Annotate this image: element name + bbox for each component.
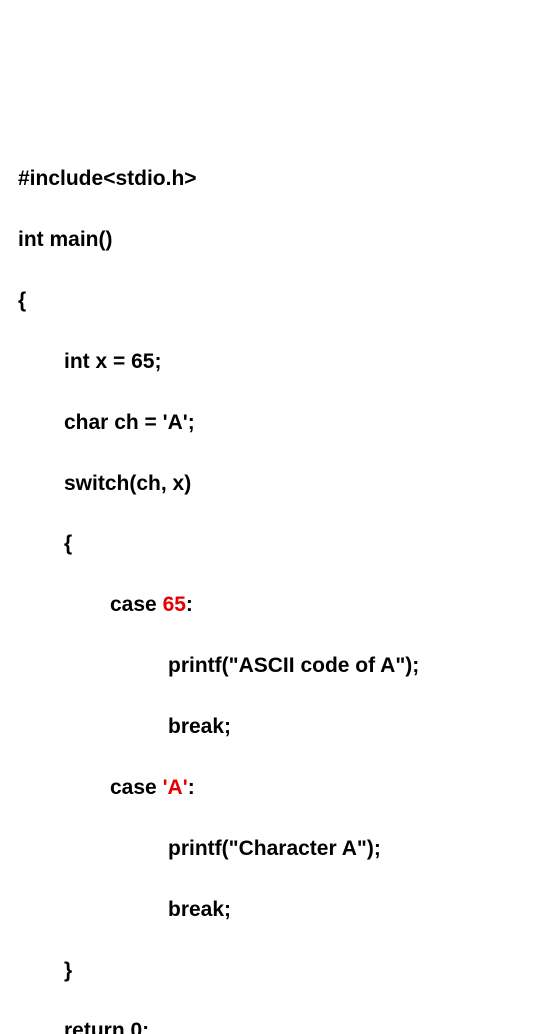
code-line: case 'A': — [18, 773, 538, 803]
case-keyword: case — [110, 593, 163, 616]
code-line: printf("Character A"); — [18, 834, 538, 864]
code-line: #include<stdio.h> — [18, 164, 538, 194]
code-line: printf("ASCII code of A"); — [18, 651, 538, 681]
code-line: { — [18, 286, 538, 316]
code-line: switch(ch, x) — [18, 469, 538, 499]
code-line: break; — [18, 895, 538, 925]
code-line: case 65: — [18, 590, 538, 620]
code-line: int main() — [18, 225, 538, 255]
case-colon: : — [186, 593, 193, 616]
case-colon: : — [188, 776, 195, 799]
code-line: } — [18, 956, 538, 986]
case-value: 'A' — [163, 776, 188, 799]
case-keyword: case — [110, 776, 163, 799]
code-line: return 0; — [18, 1016, 538, 1034]
case-value: 65 — [163, 593, 186, 616]
code-line: char ch = 'A'; — [18, 408, 538, 438]
code-line: { — [18, 529, 538, 559]
code-line: break; — [18, 712, 538, 742]
code-line: int x = 65; — [18, 347, 538, 377]
code-block: #include<stdio.h> int main() { int x = 6… — [18, 134, 538, 1034]
